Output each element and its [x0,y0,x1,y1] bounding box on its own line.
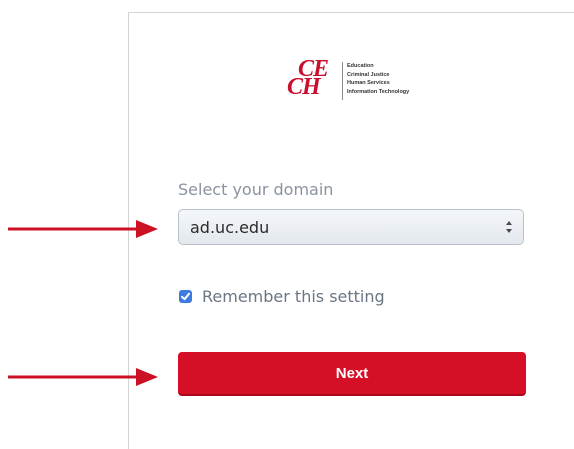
updown-chevrons-icon [506,221,512,233]
domain-select-label: Select your domain [178,180,334,199]
logo-word-criminal-justice: Criminal Justice [347,71,390,78]
arrow-right-icon [8,368,158,386]
cech-logo: CE CH Education Criminal Justice Human S… [285,56,435,104]
logo-word-information-technology: Information Technology [347,88,410,95]
cech-logo-mark: CE CH [285,56,345,104]
domain-select-value: ad.uc.edu [190,218,270,237]
logo-word-human-services: Human Services [347,80,390,86]
domain-select[interactable]: ad.uc.edu [178,209,524,245]
logo-divider [342,62,343,100]
remember-checkbox[interactable] [179,290,192,303]
checkmark-icon [181,292,190,301]
remember-setting-label: Remember this setting [202,287,385,306]
logo-word-education: Education [347,63,374,69]
page: CE CH Education Criminal Justice Human S… [0,0,574,449]
logo-college-list: Education Criminal Justice Human Service… [347,62,409,96]
logo-mark-line2: CH [287,74,321,100]
next-button[interactable]: Next [178,352,526,396]
arrow-right-icon [8,220,158,238]
